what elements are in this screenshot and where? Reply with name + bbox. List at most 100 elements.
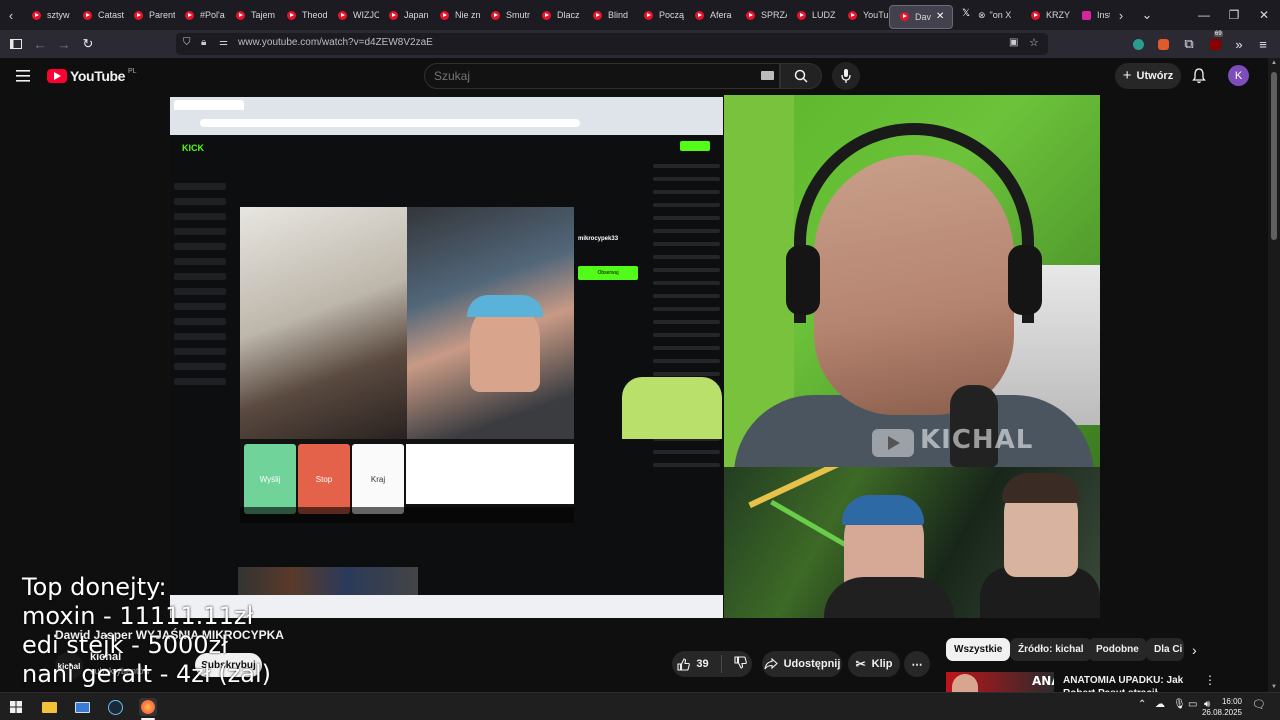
youtube-icon — [32, 10, 41, 20]
tab-instagram[interactable]: Insta — [1072, 0, 1110, 30]
search-button[interactable] — [780, 63, 822, 89]
tab-16[interactable]: YouTu — [838, 0, 889, 30]
tab-0[interactable]: sztyw — [22, 0, 73, 30]
scroll-up-icon[interactable]: ▲ — [1271, 60, 1277, 66]
youtube-icon — [236, 10, 245, 20]
youtube-logo[interactable]: YouTube PL — [47, 68, 137, 84]
recommendation-menu-icon[interactable]: ⋮ — [1204, 673, 1216, 687]
notifications-bell-icon[interactable] — [1192, 68, 1206, 89]
tab-9[interactable]: Smutr — [481, 0, 532, 30]
like-divider — [720, 655, 722, 673]
guide-menu-icon[interactable] — [16, 69, 30, 82]
tab-1[interactable]: Catast — [73, 0, 124, 30]
create-label: Utwórz — [1136, 70, 1174, 82]
minimize-icon[interactable]: — — [1188, 0, 1220, 30]
tab-scroll-left-icon[interactable]: ‹ — [0, 8, 22, 23]
tab-list-dropdown-icon[interactable]: ⌄ — [1136, 7, 1158, 23]
computer-icon[interactable] — [73, 698, 91, 716]
keyboard-icon[interactable] — [761, 71, 774, 80]
page-scrollbar[interactable]: ▲ ▼ — [1268, 58, 1280, 700]
donation-line: moxin - 11111.11zł — [22, 602, 254, 630]
extension-vpn-icon[interactable] — [1129, 35, 1147, 53]
tab-3[interactable]: #Pol'a — [175, 0, 226, 30]
tab-label: Dav — [915, 11, 932, 22]
tab-5[interactable]: Theod — [277, 0, 328, 30]
video-inner-stream-title: mikrocypek33 — [578, 236, 619, 242]
clip-button[interactable]: ✂ Klip — [848, 651, 900, 677]
close-tab-icon[interactable]: ✕ — [936, 11, 944, 22]
tab-14[interactable]: SPRZA — [736, 0, 787, 30]
account-avatar[interactable]: K — [1228, 65, 1249, 86]
tab-13[interactable]: Afera — [685, 0, 736, 30]
taskbar-clock[interactable]: 16:00 26.08.2025 — [1202, 696, 1242, 718]
scissors-icon: ✂ — [855, 657, 866, 671]
sidebar-toggle-icon[interactable] — [7, 35, 25, 53]
youtube-icon — [338, 10, 347, 20]
scroll-down-icon[interactable]: ▼ — [1271, 684, 1277, 690]
tab-12[interactable]: Począ — [634, 0, 685, 30]
tab-x[interactable]: ⊗ "on X — [953, 0, 1021, 30]
tab-15[interactable]: LUDZ — [787, 0, 838, 30]
mic-tray-icon[interactable]: 🎙︎ — [1173, 699, 1186, 710]
tab-label: Smutr — [506, 10, 531, 20]
extension-ublock-icon[interactable]: 69 — [1206, 31, 1224, 53]
close-window-icon[interactable]: ✕ — [1248, 0, 1280, 30]
tab-8[interactable]: Nie zn — [430, 0, 481, 30]
video-chat-panel — [406, 444, 574, 504]
chip-source-kichal[interactable]: Źródło: kichal — [1010, 638, 1092, 661]
tab-list: sztyw Catast Parent #Pol'a Tajem Theod WIZJC Ja… — [22, 0, 889, 30]
tab-2[interactable]: Parent — [124, 0, 175, 30]
firefox-icon[interactable] — [139, 698, 157, 716]
overflow-chevrons-icon[interactable]: » — [1230, 35, 1248, 53]
tab-10[interactable]: Dlacz — [532, 0, 583, 30]
chip-all[interactable]: Wszystkie — [946, 638, 1011, 661]
tab-6[interactable]: WIZJC — [328, 0, 379, 30]
like-dislike-group: 39 — [672, 651, 752, 677]
url-bar[interactable]: ⛉ 🔒︎ ⚌ www.youtube.com/watch?v=d4ZEW8V2z… — [176, 33, 1048, 55]
file-explorer-icon[interactable] — [40, 698, 58, 716]
tab-4[interactable]: Tajem — [226, 0, 277, 30]
dislike-button[interactable] — [734, 656, 747, 672]
like-button[interactable]: 39 — [677, 657, 709, 671]
youtube-icon — [848, 10, 857, 20]
restore-icon[interactable]: ❐ — [1218, 0, 1250, 30]
tab-krzy[interactable]: KRZY — [1021, 0, 1072, 30]
back-icon[interactable]: ← — [31, 35, 49, 53]
extension-fox-icon[interactable] — [1154, 35, 1172, 53]
instagram-icon — [1082, 10, 1091, 20]
chip-for-you[interactable]: Dla Ci — [1146, 638, 1184, 661]
reload-icon[interactable]: ↻ — [79, 35, 97, 53]
share-button[interactable]: Udostępnij — [762, 651, 842, 677]
tab-label: "on X — [989, 10, 1012, 20]
scrollbar-thumb[interactable] — [1271, 72, 1277, 240]
kick-logo: KICK — [182, 143, 204, 153]
search-input[interactable] — [434, 69, 734, 83]
tab-7[interactable]: Japan — [379, 0, 430, 30]
chip-similar[interactable]: Podobne — [1088, 638, 1147, 661]
tab-label: Insta — [1097, 10, 1110, 20]
youtube-icon — [797, 10, 806, 20]
bookmark-star-icon[interactable]: ☆ — [1029, 36, 1039, 49]
tray-overflow-icon[interactable]: ⌃ — [1138, 699, 1146, 710]
extensions-puzzle-icon[interactable]: ⧉ — [1180, 35, 1198, 53]
voice-search-button[interactable] — [832, 62, 860, 90]
picture-in-picture-icon[interactable]: ▣ — [1009, 37, 1018, 48]
youtube-icon — [900, 12, 909, 21]
clock-date: 26.08.2025 — [1201, 708, 1242, 717]
tab-11[interactable]: Blind — [583, 0, 634, 30]
video-player[interactable]: KICK Wyślij Stop Kraj mikrocypek33 Obser… — [168, 95, 1100, 618]
tab-scroll-right-icon[interactable]: › — [1110, 8, 1132, 23]
forward-icon[interactable]: → — [55, 35, 73, 53]
menu-hamburger-icon[interactable]: ≡ — [1254, 35, 1272, 53]
tab-label: SPRZA — [761, 10, 787, 20]
onedrive-icon[interactable]: ☁ — [1155, 699, 1165, 710]
tab-active[interactable]: Dav ✕ — [889, 4, 953, 29]
steam-icon[interactable] — [106, 698, 124, 716]
chips-next-icon[interactable]: › — [1192, 642, 1197, 658]
windows-taskbar: ⌃ ☁ 🎙︎ ▭ 🔊︎ 16:00 26.08.2025 🗨︎ — [0, 692, 1280, 720]
create-button[interactable]: + Utwórz — [1115, 63, 1181, 89]
more-actions-button[interactable]: ⋯ — [904, 651, 930, 677]
network-icon[interactable]: ▭ — [1188, 699, 1197, 710]
notifications-icon[interactable]: 🗨︎ — [1252, 698, 1266, 711]
windows-start-icon[interactable] — [7, 698, 25, 716]
